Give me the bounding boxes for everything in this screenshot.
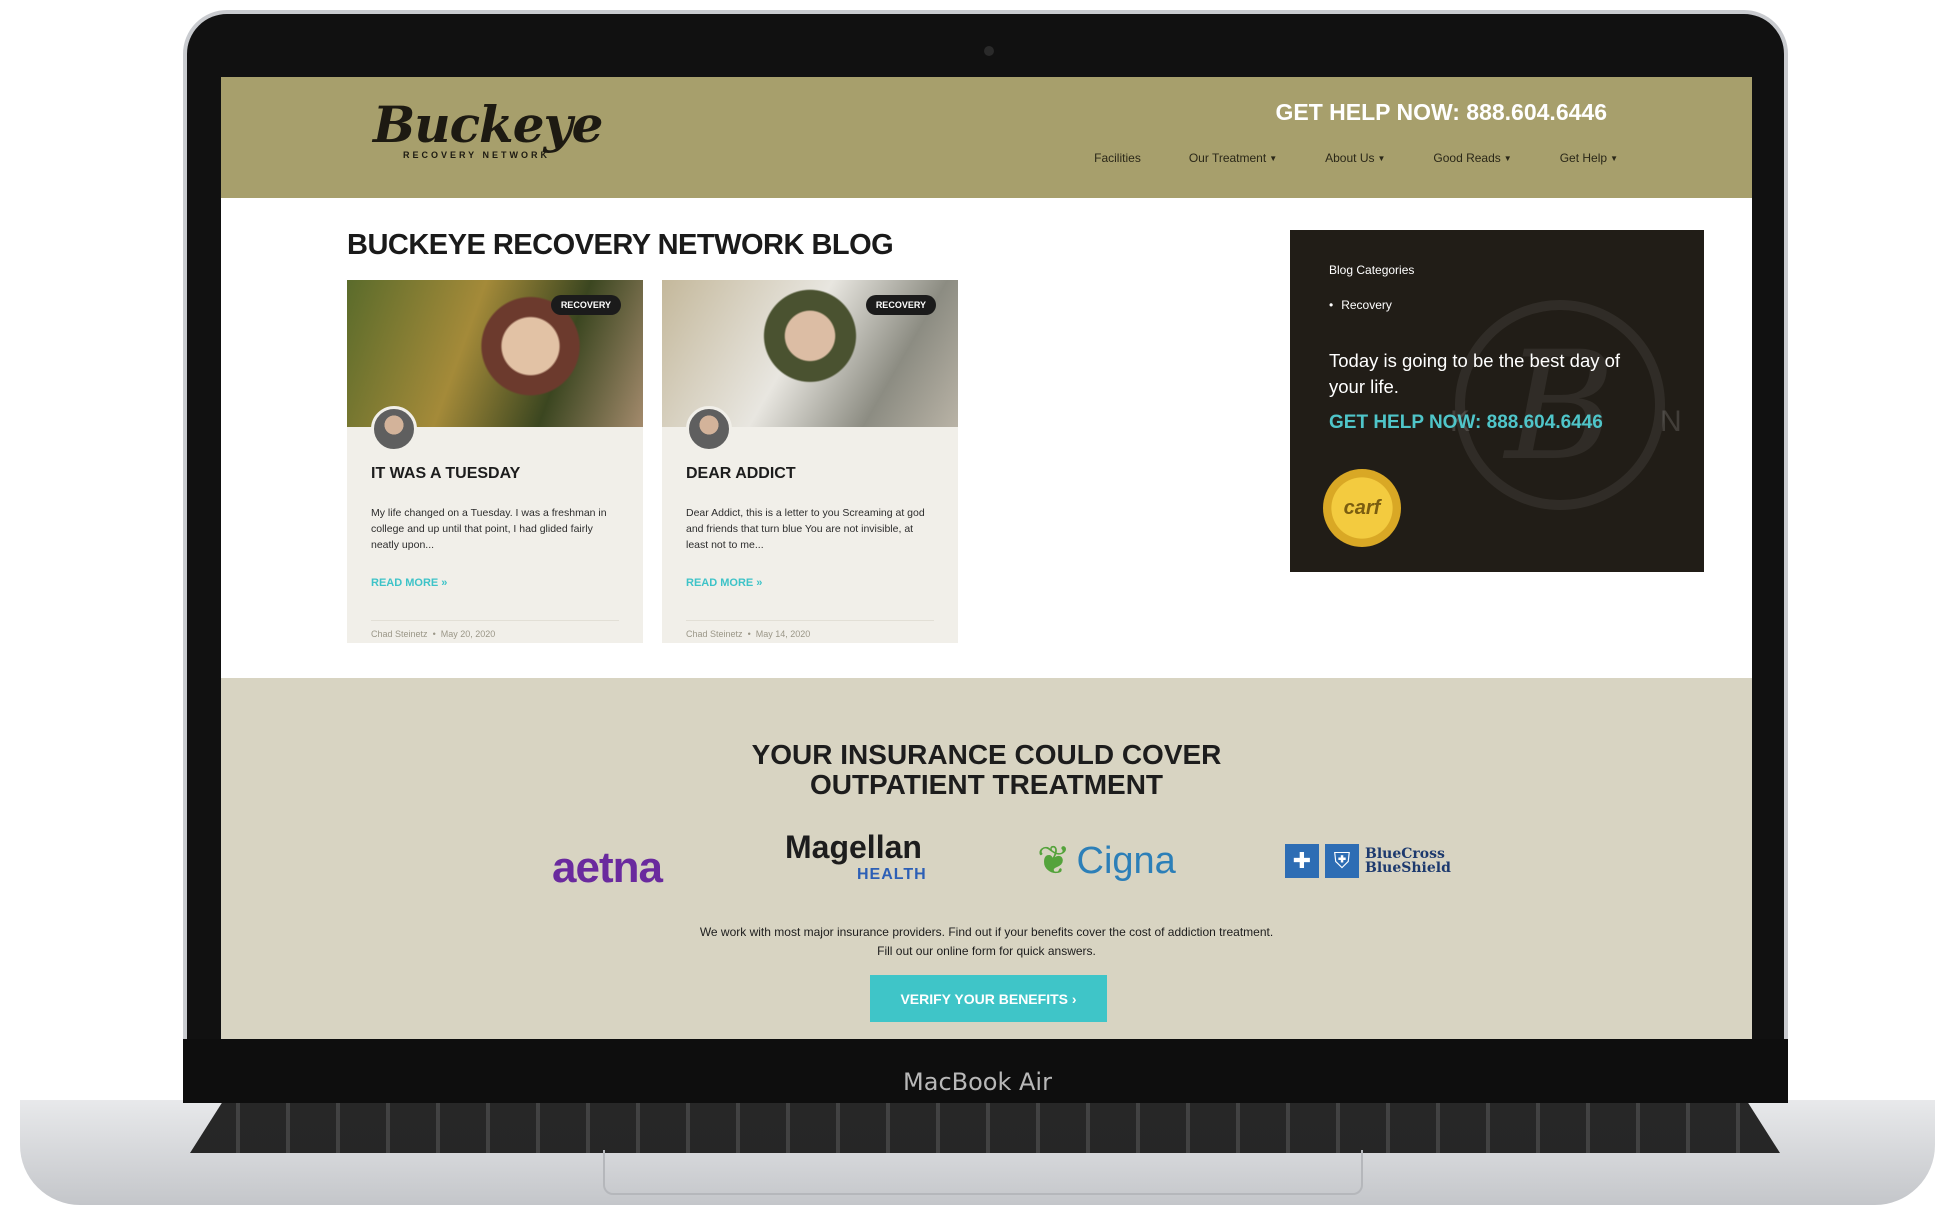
nav-item-about-us[interactable]: About Us ▼ (1325, 151, 1385, 165)
meta-separator: • (745, 629, 756, 639)
read-more-link[interactable]: READ MORE » (371, 577, 447, 589)
post-author: Chad Steinetz (686, 629, 743, 639)
nav-label: Our Treatment (1188, 151, 1267, 165)
watermark-letter: N (1660, 405, 1682, 438)
category-badge[interactable]: RECOVERY (865, 295, 936, 315)
shield-icon: ⛨ (1325, 844, 1359, 878)
seal-text: carf (1343, 496, 1381, 519)
caret-down-icon: ▼ (1610, 153, 1618, 163)
bcbs-logo: ✚ ⛨ BlueCross BlueShield (1285, 844, 1451, 878)
nav-item-good-reads[interactable]: Good Reads ▼ (1433, 151, 1511, 165)
insurance-title-line: OUTPATIENT TREATMENT (809, 769, 1164, 800)
bullet-icon: • (1329, 298, 1334, 312)
model-label: MacBook Air (903, 1068, 1052, 1096)
category-label: Recovery (1341, 298, 1392, 312)
camera-dot (984, 46, 994, 56)
watermark-letter: B (1505, 320, 1616, 494)
bcbs-line: BlueShield (1365, 860, 1451, 876)
verify-benefits-button[interactable]: VERIFY YOUR BENEFITS › (870, 975, 1107, 1022)
blog-card-image[interactable]: RECOVERY (662, 280, 958, 427)
sidebar-category-recovery[interactable]: • Recovery (1329, 298, 1392, 312)
cigna-wordmark: Cigna (1076, 839, 1176, 882)
cross-icon: ✚ (1285, 844, 1319, 878)
post-date: May 20, 2020 (440, 629, 496, 639)
nav-label: About Us (1325, 151, 1375, 165)
post-author: Chad Steinetz (371, 629, 428, 639)
carf-seal-icon: carf (1323, 469, 1401, 547)
bcbs-wordmark: BlueCross BlueShield (1365, 847, 1451, 875)
blog-card-excerpt: Dear Addict, this is a letter to you Scr… (686, 507, 925, 551)
blog-title: BUCKEYE RECOVERY NETWORK BLOG (347, 229, 894, 261)
blog-card[interactable]: RECOVERY DEAR ADDICT Dear Addict, this i… (662, 280, 958, 643)
blog-card-meta: Chad Steinetz • May 20, 2020 (371, 620, 619, 639)
logo-wordmark: Buckeye (373, 95, 603, 154)
read-more-link[interactable]: READ MORE » (686, 577, 762, 589)
site-header: Buckeye RECOVERY NETWORK GET HELP NOW: 8… (221, 77, 1752, 198)
magellan-logo: Magellan HEALTH (785, 829, 927, 889)
browser-screen: Buckeye RECOVERY NETWORK GET HELP NOW: 8… (221, 77, 1752, 1039)
header-phone-cta[interactable]: GET HELP NOW: 888.604.6446 (1275, 99, 1607, 126)
blog-sidebar: B K N Blog Categories • Recovery Today i… (1290, 230, 1704, 572)
post-date: May 14, 2020 (755, 629, 811, 639)
laptop-keyboard (190, 1103, 1780, 1153)
meta-separator: • (430, 629, 441, 639)
blog-card-meta: Chad Steinetz • May 14, 2020 (686, 620, 934, 639)
nav-label: Facilities (1094, 151, 1141, 165)
caret-down-icon: ▼ (1377, 153, 1386, 163)
insurance-section: YOUR INSURANCE COULD COVER OUTPATIENT TR… (221, 678, 1752, 1039)
nav-label: Good Reads (1433, 151, 1501, 165)
aetna-logo: aetna (552, 843, 663, 892)
sidebar-heading: Blog Categories (1329, 263, 1415, 277)
nav-item-facilities[interactable]: Facilities (1094, 151, 1141, 165)
insurance-body: We work with most major insurance provid… (221, 923, 1752, 961)
category-badge[interactable]: RECOVERY (550, 295, 621, 315)
nav-item-our-treatment[interactable]: Our Treatment ▼ (1189, 151, 1277, 165)
site-logo[interactable]: Buckeye RECOVERY NETWORK (373, 95, 603, 160)
insurance-logos: aetna Magellan HEALTH ❦ Cigna ✚ ⛨ BlueCr… (221, 831, 1752, 898)
blog-card-title[interactable]: DEAR ADDICT (686, 465, 796, 483)
blog-card-excerpt: My life changed on a Tuesday. I was a fr… (371, 507, 607, 551)
author-avatar (686, 406, 732, 452)
sidebar-quote: Today is going to be the best day of you… (1329, 350, 1621, 397)
nav-item-get-help[interactable]: Get Help ▼ (1560, 151, 1618, 165)
caret-down-icon: ▼ (1503, 153, 1512, 163)
main-nav: Facilities Our Treatment ▼ About Us ▼ Go… (1094, 151, 1618, 165)
cigna-logo: ❦ Cigna (1037, 838, 1176, 884)
brand-watermark: B (1455, 300, 1665, 510)
insurance-body-line: Fill out our online form for quick answe… (877, 944, 1096, 958)
magellan-subtext: HEALTH (857, 866, 927, 883)
nav-label: Get Help (1559, 151, 1608, 165)
insurance-title: YOUR INSURANCE COULD COVER OUTPATIENT TR… (221, 740, 1752, 800)
blog-card[interactable]: RECOVERY IT WAS A TUESDAY My life change… (347, 280, 643, 643)
caret-down-icon: ▼ (1269, 153, 1278, 163)
blog-card-title[interactable]: IT WAS A TUESDAY (371, 465, 520, 483)
laptop-trackpad (603, 1150, 1363, 1195)
insurance-title-line: YOUR INSURANCE COULD COVER (751, 739, 1222, 770)
tree-of-life-icon: ❦ (1037, 839, 1071, 883)
insurance-body-line: We work with most major insurance provid… (699, 925, 1274, 939)
author-avatar (371, 406, 417, 452)
blog-card-image[interactable]: RECOVERY (347, 280, 643, 427)
sidebar-phone-cta[interactable]: GET HELP NOW: 888.604.6446 (1329, 412, 1603, 434)
magellan-wordmark: Magellan (785, 829, 922, 865)
